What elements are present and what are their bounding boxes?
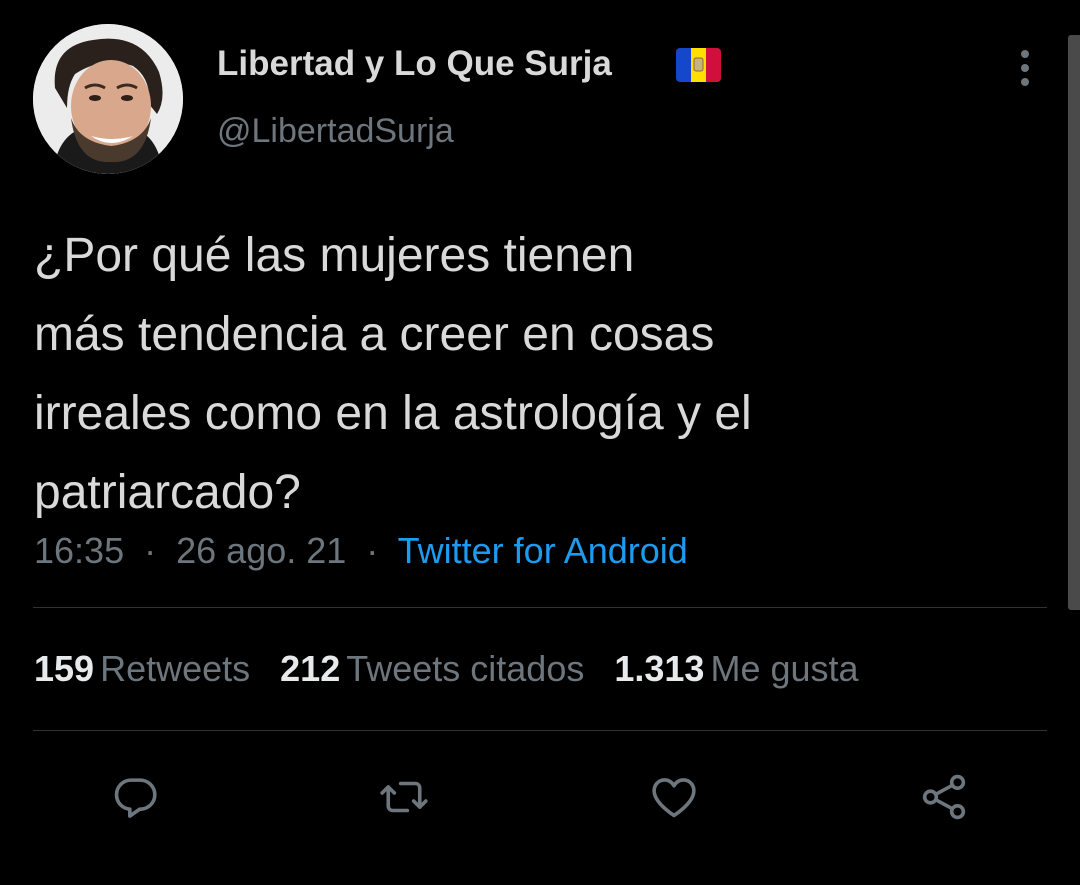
share-button[interactable] bbox=[913, 766, 975, 828]
tweet-date[interactable]: 26 ago. 21 bbox=[176, 530, 346, 571]
andorra-flag-icon bbox=[676, 48, 721, 82]
likes-stat[interactable]: 1.313 Me gusta bbox=[614, 648, 858, 690]
display-name[interactable]: Libertad y Lo Que Surja bbox=[217, 44, 612, 84]
retweets-label: Retweets bbox=[100, 648, 251, 689]
quotes-count: 212 bbox=[280, 648, 341, 689]
tweet-text-line: irreales como en la astrología y el bbox=[34, 387, 752, 440]
tweet-source-link[interactable]: Twitter for Android bbox=[398, 530, 688, 571]
tweet-stats: 159 Retweets 212 Tweets citados 1.313 Me gust… bbox=[34, 648, 889, 690]
like-button[interactable] bbox=[643, 766, 705, 828]
likes-label: Me gusta bbox=[710, 648, 859, 689]
avatar[interactable] bbox=[33, 24, 183, 174]
reply-icon bbox=[114, 778, 157, 818]
user-handle[interactable]: @LibertadSurja bbox=[217, 112, 454, 151]
retweet-button[interactable] bbox=[373, 766, 435, 828]
tweet-text: ¿Por qué las mujeres tienen más tendenci… bbox=[34, 216, 1034, 532]
divider bbox=[33, 607, 1047, 608]
retweets-stat[interactable]: 159 Retweets bbox=[34, 648, 250, 690]
more-options-icon[interactable] bbox=[1010, 46, 1040, 92]
meta-separator: · bbox=[366, 530, 379, 571]
reply-button[interactable] bbox=[104, 766, 166, 828]
scrollbar[interactable] bbox=[1068, 35, 1080, 610]
quotes-label: Tweets citados bbox=[346, 648, 585, 689]
tweet-text-line: ¿Por qué las mujeres tienen bbox=[34, 229, 635, 282]
share-icon bbox=[922, 774, 966, 820]
tweet-time[interactable]: 16:35 bbox=[34, 530, 124, 571]
quotes-stat[interactable]: 212 Tweets citados bbox=[280, 648, 584, 690]
tweet-text-line: patriarcado? bbox=[34, 466, 301, 519]
meta-separator: · bbox=[144, 530, 157, 571]
tweet-detail: Libertad y Lo Que Surja @LibertadSurja ¿… bbox=[0, 0, 1080, 885]
profile-photo bbox=[33, 24, 183, 174]
retweet-icon bbox=[380, 781, 428, 813]
tweet-text-line: más tendencia a creer en cosas bbox=[34, 308, 715, 361]
like-icon bbox=[652, 778, 696, 818]
divider bbox=[33, 730, 1047, 731]
tweet-meta: 16:35 · 26 ago. 21 · Twitter for Android bbox=[34, 530, 688, 572]
retweets-count: 159 bbox=[34, 648, 95, 689]
likes-count: 1.313 bbox=[614, 648, 705, 689]
